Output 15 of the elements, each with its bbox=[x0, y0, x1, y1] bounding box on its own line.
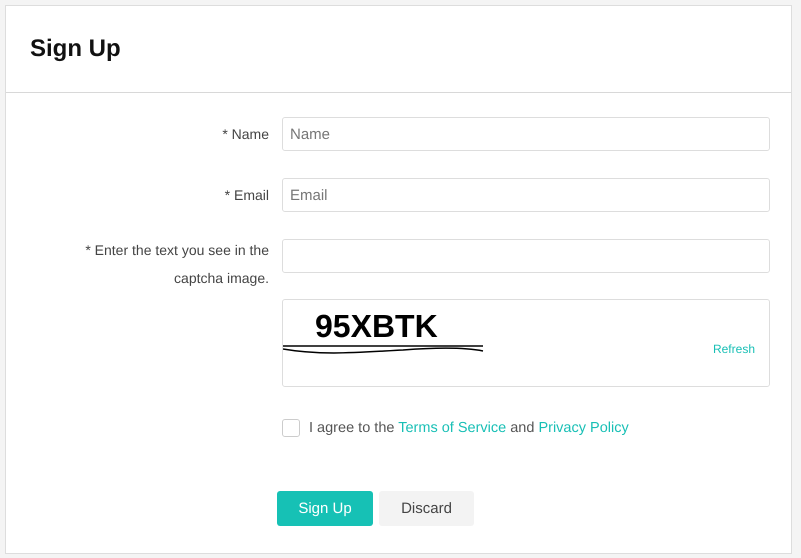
discard-button[interactable]: Discard bbox=[379, 491, 474, 526]
email-field[interactable]: Email bbox=[282, 178, 770, 212]
agreement-text: I agree to the Terms of Service and Privacy Policy bbox=[309, 420, 629, 436]
refresh-link[interactable]: Refresh bbox=[712, 342, 755, 356]
field-label: * Email bbox=[224, 186, 269, 205]
captcha-text: 95XBTK bbox=[315, 308, 438, 344]
sign-up-button[interactable]: Sign Up bbox=[277, 491, 373, 526]
policy-link[interactable]: Privacy Policy bbox=[538, 420, 629, 436]
field-label: * Enter the text you see in the captcha image. bbox=[84, 241, 269, 288]
agree-checkbox[interactable] bbox=[282, 419, 300, 437]
policy-link[interactable]: Terms of Service bbox=[398, 420, 506, 436]
page-title: Sign Up bbox=[30, 35, 121, 63]
captcha-field[interactable] bbox=[282, 239, 770, 273]
field-label: * Name bbox=[222, 125, 269, 144]
name-field[interactable]: Name bbox=[282, 117, 770, 151]
